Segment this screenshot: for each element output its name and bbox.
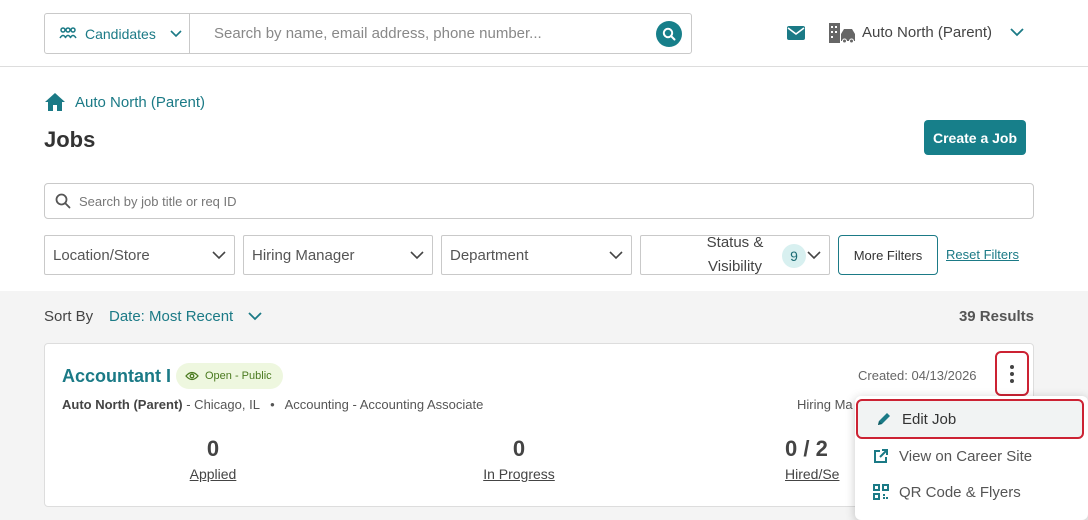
create-job-button[interactable]: Create a Job	[924, 120, 1026, 155]
candidate-type-select[interactable]: Candidates	[45, 14, 190, 53]
job-department: Accounting	[284, 397, 349, 412]
people-icon	[59, 26, 77, 38]
menu-item-view-career-site[interactable]: View on Career Site	[855, 438, 1085, 474]
stat-number: 0	[206, 436, 220, 461]
kebab-dot	[1010, 371, 1014, 376]
location-filter-label: Location/Store	[53, 246, 150, 264]
menu-item-label: Edit Job	[902, 410, 957, 428]
status-label-line2: Visibility	[708, 258, 762, 275]
status-label-line1: Status &	[706, 234, 764, 251]
status-visibility-filter[interactable]: Status & Visibility 9	[640, 234, 830, 275]
breadcrumb[interactable]: Auto North (Parent)	[75, 94, 205, 111]
global-search-placeholder: Search by name, email address, phone num…	[214, 25, 542, 42]
stat-applied: 0 Applied	[133, 436, 293, 482]
job-actions-menu-button[interactable]	[995, 351, 1029, 396]
job-title-link[interactable]: Accountant I	[62, 366, 171, 387]
eye-icon	[185, 371, 199, 381]
search-icon	[662, 27, 676, 41]
job-search-input[interactable]: Search by job title or req ID	[44, 183, 1034, 219]
hiring-manager-filter[interactable]: Hiring Manager	[243, 235, 433, 275]
chevron-down-icon	[170, 29, 182, 37]
job-meta: Auto North (Parent) - Chicago, IL • Acco…	[62, 397, 483, 412]
results-count: 39 Results	[958, 308, 1034, 325]
menu-item-edit-job[interactable]: Edit Job	[856, 399, 1084, 439]
candidate-type-label: Candidates	[85, 25, 156, 42]
page-title: Jobs	[44, 127, 96, 152]
status-badge: Open - Public	[176, 363, 283, 389]
status-badge-label: Open - Public	[205, 370, 272, 382]
mail-icon[interactable]	[787, 26, 805, 40]
external-link-icon	[874, 449, 888, 463]
sort-select[interactable]: Date: Most Recent	[109, 308, 233, 325]
stat-hired: 0 / 2 Hired/Se	[785, 436, 865, 482]
job-search-placeholder: Search by job title or req ID	[79, 193, 237, 209]
global-search-button[interactable]	[656, 21, 682, 47]
stat-number: 0 / 2	[785, 436, 828, 461]
job-actions-menu: Edit Job View on Career Site QR Code & F…	[855, 396, 1088, 520]
reset-filters-link[interactable]: Reset Filters	[946, 247, 1019, 262]
status-visibility-label: Status & Visibility	[675, 231, 795, 279]
org-switcher-label[interactable]: Auto North (Parent)	[862, 24, 992, 41]
chevron-down-icon	[807, 251, 821, 260]
hiring-manager-text: Hiring Ma	[797, 397, 853, 412]
pencil-icon	[878, 413, 890, 425]
sort-by-label: Sort By	[44, 308, 94, 325]
meta-separator: •	[270, 397, 275, 412]
stat-number: 0	[512, 436, 526, 461]
more-filters-button[interactable]: More Filters	[838, 235, 938, 275]
job-org: Auto North (Parent)	[62, 397, 183, 412]
chevron-down-icon	[410, 250, 424, 259]
status-count-badge: 9	[782, 244, 806, 268]
top-bar: Candidates Search by name, email address…	[0, 0, 1088, 67]
kebab-dot	[1010, 364, 1014, 369]
stat-in-progress: 0 In Progress	[439, 436, 599, 482]
job-role: - Accounting Associate	[352, 397, 484, 412]
home-icon[interactable]	[44, 92, 66, 112]
chevron-down-icon[interactable]	[1010, 28, 1024, 37]
hiring-manager-filter-label: Hiring Manager	[252, 246, 355, 264]
job-location: - Chicago, IL	[186, 397, 260, 412]
location-filter[interactable]: Location/Store	[44, 235, 235, 275]
department-filter[interactable]: Department	[441, 235, 632, 275]
chevron-down-icon	[609, 250, 623, 259]
chevron-down-icon	[212, 250, 226, 259]
qr-code-icon	[873, 484, 889, 500]
created-date: Created: 04/13/2026	[858, 368, 977, 383]
search-icon	[55, 193, 71, 209]
kebab-dot	[1010, 378, 1014, 383]
menu-item-label: QR Code & Flyers	[899, 483, 1021, 501]
global-search: Candidates Search by name, email address…	[44, 13, 692, 54]
department-filter-label: Department	[450, 246, 529, 264]
stat-link[interactable]: Applied	[133, 466, 293, 482]
stat-link[interactable]: Hired/Se	[785, 466, 865, 482]
chevron-down-icon[interactable]	[248, 312, 262, 321]
stat-link[interactable]: In Progress	[439, 466, 599, 482]
organization-icon	[829, 23, 855, 44]
global-search-input[interactable]: Search by name, email address, phone num…	[190, 14, 691, 53]
menu-item-label: View on Career Site	[899, 447, 1033, 465]
menu-item-qr-code[interactable]: QR Code & Flyers	[855, 474, 1085, 510]
